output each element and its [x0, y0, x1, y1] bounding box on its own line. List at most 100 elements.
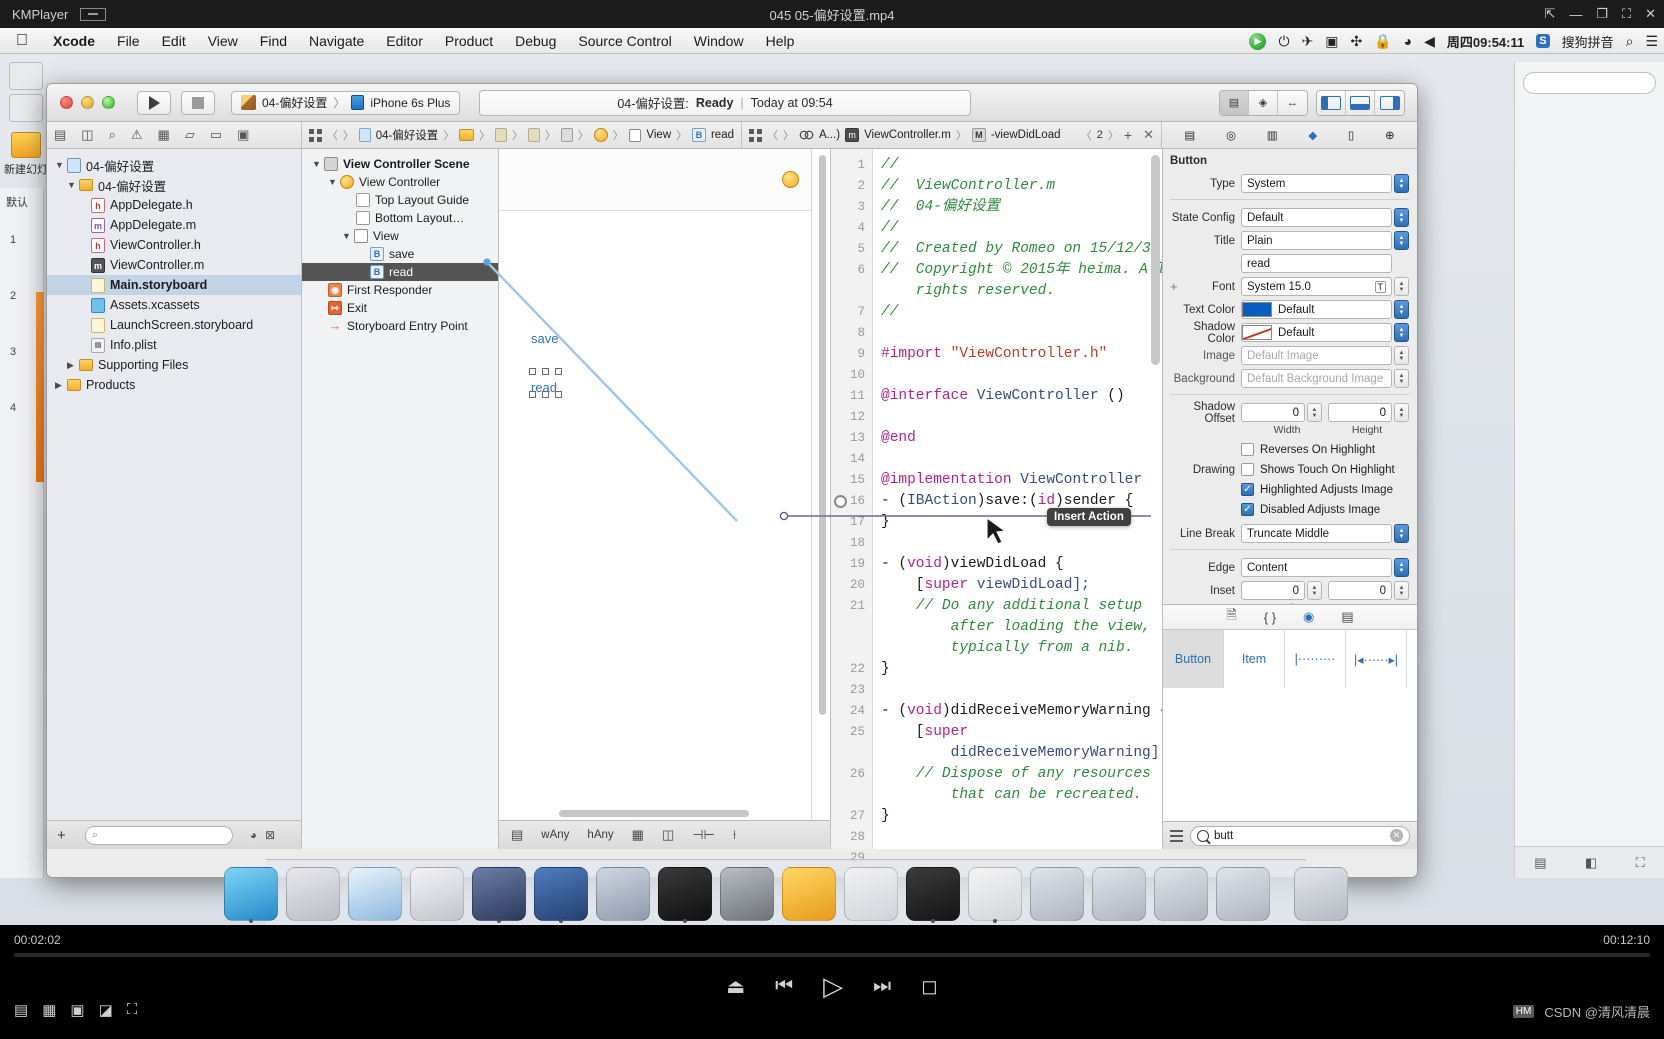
close-icon[interactable]: ✕ — [1390, 829, 1403, 842]
breakpoint-navigator-icon[interactable]: ▭ — [210, 127, 222, 143]
dock-item-launchpad-app[interactable] — [286, 867, 340, 921]
power-icon[interactable]: ⏻ — [1278, 34, 1289, 48]
code-line[interactable] — [881, 680, 1162, 701]
source-control-navigator-icon[interactable]: ◫ — [81, 127, 93, 143]
spotlight-search-icon[interactable]: ⌕ — [1626, 34, 1634, 48]
outline-row-first-responder[interactable]: ◉ First Responder — [302, 281, 498, 299]
folder-icon[interactable] — [459, 129, 475, 141]
outline-row-exit[interactable]: ↦ Exit — [302, 299, 498, 317]
font-size-stepper[interactable]: ▲ ▼ — [1394, 277, 1409, 296]
menu-item-edit[interactable]: Edit — [151, 33, 197, 49]
add-editor-button[interactable]: + — [1124, 127, 1132, 143]
menu-item-view[interactable]: View — [197, 33, 249, 49]
dock-item-chrome-app[interactable] — [968, 867, 1022, 923]
code-line[interactable]: // Copyright © 2015年 heima. All rights r… — [881, 260, 1162, 302]
chevron-updown-icon[interactable]: ▲ ▼ — [1394, 231, 1409, 250]
font-field[interactable]: System 15.0 T — [1241, 277, 1392, 296]
menu-item-debug[interactable]: Debug — [504, 33, 567, 49]
library-item-button[interactable]: Button — [1163, 630, 1224, 688]
dock-item-dash-app[interactable] — [844, 867, 898, 921]
dock-item-itunes-app[interactable] — [410, 867, 464, 921]
disclosure-triangle-icon[interactable]: ▼ — [312, 159, 324, 169]
menubar-clock[interactable]: 周四09:54:11 — [1447, 32, 1524, 51]
shadow-color-control[interactable]: Default — [1241, 323, 1392, 342]
code-line[interactable]: // — [881, 302, 1162, 323]
screen-record-icon[interactable]: ▣ — [1325, 34, 1338, 48]
outline-row-top-layout-guide[interactable]: Top Layout Guide — [302, 191, 498, 209]
quick-help-tab[interactable]: ◎ — [1226, 128, 1236, 142]
selection-handles-top[interactable] — [529, 368, 562, 375]
airplane-mode-icon[interactable]: ✈ — [1302, 34, 1314, 48]
menu-item-file[interactable]: File — [106, 33, 151, 49]
size-class-width[interactable]: wAny — [541, 829, 569, 841]
version-editor-button[interactable]: ↔ — [1278, 90, 1307, 115]
code-line[interactable]: @end — [881, 428, 1162, 449]
view-controller-canvas-icon[interactable] — [782, 171, 799, 188]
report-navigator-icon[interactable]: ▣ — [237, 127, 249, 143]
tree-row-project[interactable]: ▼ 04-偏好设置 — [47, 155, 301, 175]
back-button[interactable]: 〈 — [327, 127, 338, 143]
bg-panel-icon-3[interactable]: ⛶ — [1636, 855, 1645, 871]
disclosure-triangle-icon[interactable]: ▼ — [328, 177, 340, 187]
size-inspector-tab[interactable]: ▯ — [1348, 128, 1354, 142]
chevron-updown-icon[interactable]: ▲ ▼ — [1394, 300, 1409, 319]
lock-icon[interactable]: 🔒 — [1374, 34, 1391, 48]
outline-row-bottom-layout-guide[interactable]: Bottom Layout… — [302, 209, 498, 227]
toggle-debug-area-button[interactable] — [1346, 90, 1375, 115]
breadcrumb-method-name[interactable]: -viewDidLoad — [991, 129, 1061, 141]
code-line[interactable]: @implementation ViewController — [881, 470, 1162, 491]
desktop-icon-thumb-2[interactable] — [9, 94, 43, 122]
dock-item-display3-app[interactable] — [1154, 867, 1208, 921]
canvas-vertical-scrollbar[interactable] — [817, 155, 828, 802]
ab-repeat-icon[interactable]: ◪ — [99, 1001, 113, 1019]
dock-item-xcode-app[interactable] — [534, 867, 588, 923]
toggle-utilities-button[interactable] — [1375, 90, 1404, 115]
editor-vertical-scrollbar[interactable] — [1151, 155, 1160, 365]
run-button[interactable] — [137, 90, 171, 115]
reverses-on-highlight-checkbox[interactable] — [1241, 443, 1254, 456]
code-text-area[interactable]: // // ViewController.m // 04-偏好设置 // // Crea… — [873, 149, 1162, 849]
shadow-offset-height-field[interactable]: 0 — [1328, 403, 1392, 422]
shadow-offset-width-field[interactable]: 0 — [1241, 403, 1305, 422]
dock-item-safari-app[interactable] — [348, 867, 402, 921]
menu-item-find[interactable]: Find — [249, 33, 298, 49]
library-filter-field[interactable]: butt ✕ — [1190, 825, 1410, 846]
disclosure-triangle-icon[interactable]: ▼ — [342, 231, 354, 241]
inset-top-stepper[interactable]: ▲ ▼ — [1394, 581, 1409, 600]
outline-row-button-read[interactable]: B read — [302, 263, 498, 281]
code-line[interactable] — [881, 365, 1162, 386]
library-item-flexible-space[interactable]: |◂······▸| — [1346, 630, 1407, 688]
tree-row-main-storyboard[interactable]: Main.storyboard — [47, 275, 301, 295]
toggle-navigator-button[interactable] — [1317, 90, 1346, 115]
outline-row-scene[interactable]: ▼ View Controller Scene — [302, 155, 498, 173]
code-line[interactable] — [881, 323, 1162, 344]
menu-item-product[interactable]: Product — [434, 33, 504, 49]
code-line[interactable] — [881, 449, 1162, 470]
code-line[interactable]: - (void)viewDidLoad { — [881, 554, 1162, 575]
disclosure-triangle-icon[interactable]: ▼ — [55, 160, 67, 170]
code-line[interactable]: #import "ViewController.h" — [881, 344, 1162, 365]
scheme-selector[interactable]: 04-偏好设置 〉 iPhone 6s Plus — [231, 90, 461, 115]
title-text-field[interactable]: read — [1241, 254, 1392, 273]
disabled-adjusts-image-checkbox[interactable]: ✓ — [1241, 503, 1254, 516]
code-line[interactable]: // Do any additional setup after loading… — [881, 596, 1162, 659]
close-button[interactable]: ✕ — [1645, 6, 1656, 22]
shadow-offset-width-stepper[interactable]: ▲ ▼ — [1307, 403, 1322, 422]
view-icon[interactable] — [628, 128, 642, 142]
menu-item-navigate[interactable]: Navigate — [298, 33, 375, 49]
code-line[interactable]: @end — [881, 848, 1162, 849]
breakpoint-icon[interactable] — [834, 495, 847, 508]
chevron-updown-icon[interactable]: ▲ ▼ — [1394, 208, 1409, 227]
font-picker-button[interactable]: T — [1374, 280, 1386, 293]
symbol-navigator-icon[interactable]: ⌕ — [109, 127, 116, 143]
dock-item-executable-app[interactable] — [906, 867, 960, 923]
shadow-offset-height-stepper[interactable]: ▲ ▼ — [1394, 403, 1409, 422]
code-line[interactable]: } — [881, 659, 1162, 680]
outline-row-view[interactable]: ▼ View — [302, 227, 498, 245]
tree-row-viewcontroller-m[interactable]: m ViewController.m — [47, 255, 301, 275]
size-class-height[interactable]: hAny — [587, 829, 613, 841]
capture-icon[interactable]: ▣ — [70, 1001, 84, 1019]
related-items-grid-icon[interactable] — [749, 128, 762, 142]
breadcrumb-view[interactable]: View — [646, 129, 671, 141]
canvas-horizontal-scrollbar[interactable] — [559, 810, 749, 817]
